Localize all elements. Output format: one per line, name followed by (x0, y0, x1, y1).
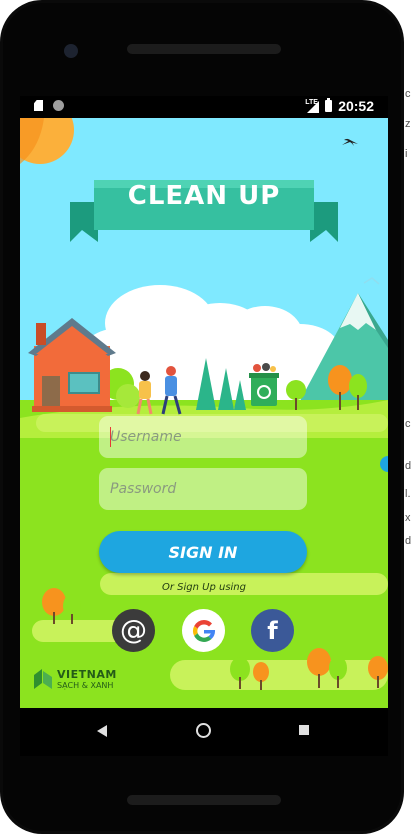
password-input[interactable] (99, 468, 307, 510)
logo-line-2: SẠCH & XANH (57, 681, 114, 690)
front-camera (64, 44, 78, 58)
sd-card-icon (34, 100, 43, 111)
password-field-container (99, 468, 307, 510)
at-sign-icon: @ (120, 615, 147, 646)
recents-icon[interactable] (299, 725, 309, 735)
google-signup-button[interactable] (182, 609, 225, 652)
home-icon[interactable] (196, 723, 211, 738)
back-icon[interactable] (97, 725, 107, 737)
vietnam-logo-icon (34, 669, 52, 689)
vietnam-sach-xanh-logo: VIETNAM SẠCH & XANH (34, 669, 117, 691)
text-cursor (110, 427, 111, 447)
sync-icon (53, 100, 64, 111)
android-navigation-bar (20, 708, 388, 756)
login-screen: CLEAN UP SIGN IN Or Sign Up using @ f (20, 118, 388, 708)
username-input[interactable] (99, 416, 307, 458)
bottom-speaker (127, 795, 281, 805)
app-title: CLEAN UP (127, 181, 281, 211)
lte-signal-icon: LTE (305, 99, 320, 113)
recycle-bin-icon (251, 376, 277, 406)
facebook-icon: f (267, 616, 278, 645)
earpiece-speaker (127, 44, 281, 54)
status-time: 20:52 (338, 98, 374, 114)
facebook-signup-button[interactable]: f (251, 609, 294, 652)
logo-line-1: VIETNAM (57, 668, 117, 681)
username-field-container (99, 416, 307, 458)
or-signup-text: Or Sign Up using (161, 582, 246, 593)
status-bar: LTE 20:52 (20, 96, 388, 118)
email-signup-button[interactable]: @ (112, 609, 155, 652)
sign-in-button[interactable]: SIGN IN (99, 531, 307, 573)
battery-icon (325, 98, 333, 112)
google-icon (192, 619, 215, 642)
phone-frame: LTE 20:52 CLEAN UP Username SIGN IN Or S… (0, 0, 404, 834)
